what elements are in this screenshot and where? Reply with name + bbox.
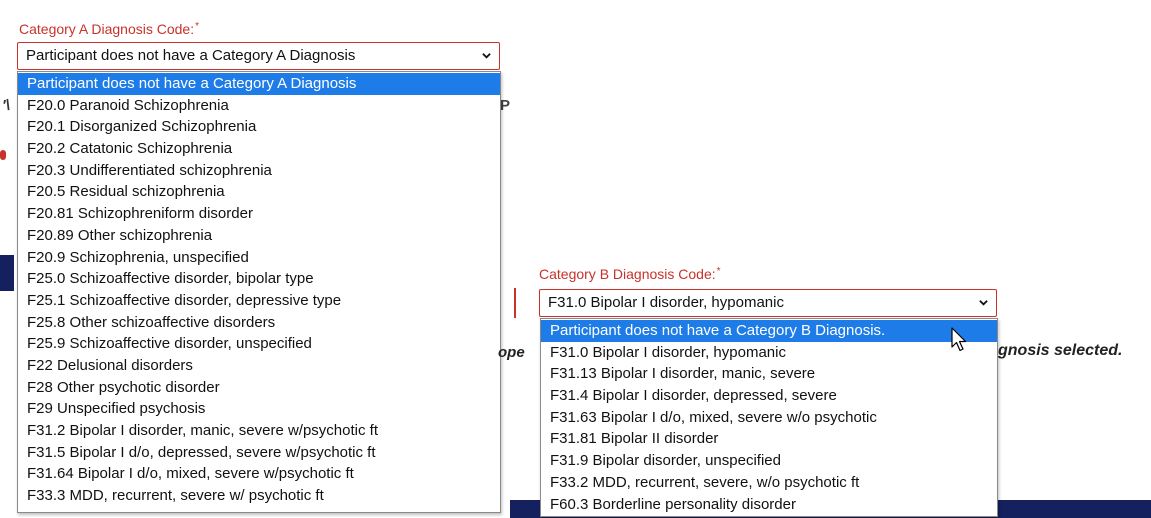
category-b-select[interactable]: F31.0 Bipolar I disorder, hypomanic	[539, 289, 997, 317]
category-b-option[interactable]: F31.0 Bipolar I disorder, hypomanic	[541, 342, 997, 364]
category-a-option[interactable]: F20.5 Residual schizophrenia	[18, 181, 500, 203]
category-a-option[interactable]: F20.0 Paranoid Schizophrenia	[18, 95, 500, 117]
category-a-option[interactable]: F33.3 MDD, recurrent, severe w/ psychoti…	[18, 485, 500, 507]
chevron-down-icon	[482, 53, 491, 59]
category-b-selected-value: F31.0 Bipolar I disorder, hypomanic	[548, 294, 784, 311]
category-a-option[interactable]: F20.9 Schizophrenia, unspecified	[18, 247, 500, 269]
category-b-option[interactable]: F60.3 Borderline personality disorder	[541, 494, 997, 516]
category-b-panel: ope gnosis selected. Category B Diagnosi…	[498, 255, 1151, 518]
category-b-label: Category B Diagnosis Code:*	[539, 266, 721, 282]
category-a-panel: '\ P Category A Diagnosis Code:* Partici…	[0, 0, 510, 518]
category-a-option[interactable]: F25.0 Schizoaffective disorder, bipolar …	[18, 268, 500, 290]
chevron-down-icon	[979, 300, 988, 306]
category-b-option[interactable]: F31.4 Bipolar I disorder, depressed, sev…	[541, 385, 997, 407]
required-mark: *	[195, 21, 200, 32]
category-a-option[interactable]: F31.5 Bipolar I d/o, depressed, severe w…	[18, 442, 500, 464]
category-b-option[interactable]: F31.9 Bipolar disorder, unspecified	[541, 450, 997, 472]
background-navy-bar-left	[0, 255, 14, 291]
category-b-label-text: Category B Diagnosis Code:	[539, 266, 716, 282]
background-fragment-gnosis: gnosis selected.	[998, 342, 1123, 359]
category-a-option[interactable]: F31.64 Bipolar I d/o, mixed, severe w/ps…	[18, 463, 500, 485]
category-a-option[interactable]: F28 Other psychotic disorder	[18, 377, 500, 399]
category-a-option[interactable]: F25.9 Schizoaffective disorder, unspecif…	[18, 333, 500, 355]
category-a-option[interactable]: F20.1 Disorganized Schizophrenia	[18, 116, 500, 138]
category-a-option[interactable]: F20.89 Other schizophrenia	[18, 225, 500, 247]
category-a-option[interactable]: F20.2 Catatonic Schizophrenia	[18, 138, 500, 160]
category-a-option[interactable]: F25.1 Schizoaffective disorder, depressi…	[18, 290, 500, 312]
category-a-option[interactable]: F22 Delusional disorders	[18, 355, 500, 377]
background-fragment-dot	[0, 150, 6, 160]
background-fragment-red-edge	[510, 288, 516, 318]
category-a-label: Category A Diagnosis Code:*	[19, 21, 199, 37]
category-a-selected-value: Participant does not have a Category A D…	[26, 47, 356, 64]
category-a-select[interactable]: Participant does not have a Category A D…	[17, 42, 500, 70]
background-fragment-i: '\	[2, 97, 10, 114]
category-a-option[interactable]: F25.8 Other schizoaffective disorders	[18, 312, 500, 334]
category-b-option[interactable]: F31.81 Bipolar II disorder	[541, 428, 997, 450]
category-a-option[interactable]: F29 Unspecified psychosis	[18, 398, 500, 420]
background-fragment-p: P	[500, 97, 511, 114]
required-mark: *	[716, 266, 721, 277]
category-a-option[interactable]: F20.81 Schizophreniform disorder	[18, 203, 500, 225]
category-a-option[interactable]: F20.3 Undifferentiated schizophrenia	[18, 160, 500, 182]
category-a-option[interactable]: F31.2 Bipolar I disorder, manic, severe …	[18, 420, 500, 442]
category-b-option[interactable]: F31.63 Bipolar I d/o, mixed, severe w/o …	[541, 407, 997, 429]
category-a-label-text: Category A Diagnosis Code:	[19, 21, 195, 37]
category-b-option[interactable]: F31.13 Bipolar I disorder, manic, severe	[541, 363, 997, 385]
category-a-option[interactable]: Participant does not have a Category A D…	[18, 73, 500, 95]
cursor-arrow-icon	[951, 327, 967, 352]
category-a-options-list[interactable]: Participant does not have a Category A D…	[17, 71, 501, 513]
background-fragment-ope: ope	[498, 344, 525, 361]
category-b-option[interactable]: Participant does not have a Category B D…	[541, 320, 997, 342]
category-b-options-list[interactable]: Participant does not have a Category B D…	[540, 318, 998, 517]
category-b-option[interactable]: F33.2 MDD, recurrent, severe, w/o psycho…	[541, 472, 997, 494]
